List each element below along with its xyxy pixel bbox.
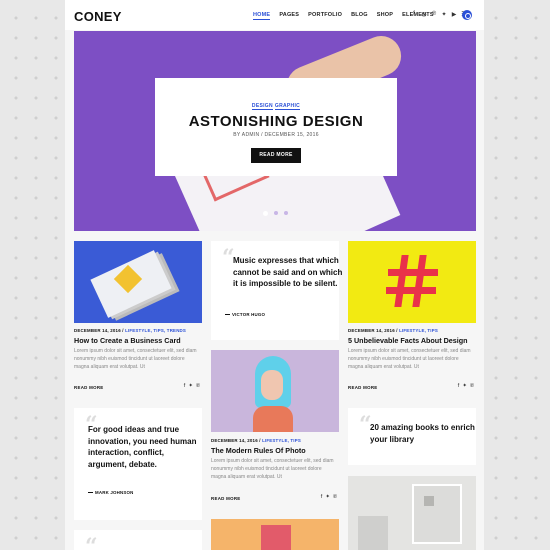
post-card-interior bbox=[348, 476, 476, 550]
facebook-icon[interactable]: f bbox=[458, 383, 460, 389]
post-meta: DECEMBER 14, 2016 / LIFESTYLE, TIPS bbox=[348, 328, 438, 333]
post-card-books: “ 20 amazing books to enrich your librar… bbox=[348, 408, 476, 465]
nav-portfolio[interactable]: PORTFOLIO bbox=[308, 12, 342, 20]
instagram-icon[interactable]: ◎ bbox=[421, 11, 427, 18]
post-categories[interactable]: LIFESTYLE, TIPS bbox=[262, 438, 301, 443]
nav-home[interactable]: HOME bbox=[253, 12, 271, 20]
search-icon[interactable] bbox=[462, 10, 472, 20]
post-thumbnail[interactable] bbox=[348, 241, 476, 323]
pinterest-icon[interactable]: ℗ bbox=[333, 494, 337, 500]
post-title[interactable]: 5 Unbelievable Facts About Design bbox=[348, 336, 468, 345]
quote-card-ideas: “ For good ideas and true innovation, yo… bbox=[74, 408, 202, 520]
facebook-icon[interactable]: f bbox=[411, 11, 417, 18]
quote-mark-icon: “ bbox=[85, 534, 98, 550]
twitter-icon[interactable]: ✦ bbox=[188, 383, 193, 389]
post-title[interactable]: How to Create a Business Card bbox=[74, 336, 181, 345]
quote-card-partial: “ bbox=[74, 530, 202, 550]
facebook-icon[interactable]: f bbox=[184, 383, 186, 389]
share-icons: f ✦ ℗ bbox=[184, 383, 200, 389]
site-header: CONEY HOME PAGES PORTFOLIO BLOG SHOP ELE… bbox=[65, 0, 484, 30]
post-excerpt: Lorem ipsum dolor sit amet, consectetuer… bbox=[74, 348, 197, 370]
hero-category-graphic[interactable]: GRAPHIC bbox=[274, 103, 301, 110]
quote-author: MARK JOHNSON bbox=[88, 490, 134, 495]
hero-read-more-button[interactable]: READ MORE bbox=[251, 148, 301, 163]
post-thumbnail[interactable] bbox=[261, 525, 291, 550]
hero-slider: DESIGN GRAPHIC ASTONISHING DESIGN BY ADMI… bbox=[74, 31, 476, 231]
twitter-icon[interactable]: ✦ bbox=[441, 11, 447, 18]
quote-author: VICTOR HUGO bbox=[225, 312, 265, 317]
nav-blog[interactable]: BLOG bbox=[351, 12, 368, 20]
twitter-icon[interactable]: ✦ bbox=[462, 383, 467, 389]
post-categories[interactable]: LIFESTYLE, TIPS, TRENDS bbox=[125, 328, 186, 333]
twitter-icon[interactable]: ✦ bbox=[325, 494, 330, 500]
post-card-partial-orange bbox=[211, 519, 339, 550]
share-icons: f ✦ ℗ bbox=[321, 494, 337, 500]
slider-dot[interactable] bbox=[284, 211, 288, 215]
read-more-link[interactable]: READ MORE bbox=[211, 496, 241, 501]
slider-dots bbox=[263, 211, 288, 216]
post-excerpt: Lorem ipsum dolor sit amet, consectetuer… bbox=[348, 348, 471, 370]
quote-text: Music expresses that which cannot be sai… bbox=[233, 256, 343, 288]
post-thumbnail[interactable] bbox=[74, 241, 202, 323]
post-card-facts: DECEMBER 14, 2016 / LIFESTYLE, TIPS 5 Un… bbox=[348, 241, 476, 397]
post-meta: DECEMBER 14, 2016 / LIFESTYLE, TIPS bbox=[211, 438, 301, 443]
hero-category-design[interactable]: DESIGN bbox=[251, 103, 273, 110]
read-more-link[interactable]: READ MORE bbox=[74, 385, 104, 390]
post-card-photo: DECEMBER 14, 2016 / LIFESTYLE, TIPS The … bbox=[211, 350, 339, 510]
post-meta: DECEMBER 14, 2016 / LIFESTYLE, TIPS, TRE… bbox=[74, 328, 187, 333]
quote-text: For good ideas and true innovation, you … bbox=[88, 425, 197, 469]
post-title[interactable]: The Modern Rules Of Photo bbox=[211, 446, 306, 455]
hero-meta: BY ADMIN / DECEMBER 15, 2016 bbox=[233, 132, 319, 138]
youtube-icon[interactable]: ▶ bbox=[451, 11, 457, 18]
hero-caption-card: DESIGN GRAPHIC ASTONISHING DESIGN BY ADMI… bbox=[155, 78, 397, 176]
nav-pages[interactable]: PAGES bbox=[279, 12, 299, 20]
quote-card-music: “ Music expresses that which cannot be s… bbox=[211, 241, 342, 340]
pinterest-icon[interactable]: ℗ bbox=[431, 11, 437, 18]
nav-shop[interactable]: SHOP bbox=[377, 12, 393, 20]
blog-page: CONEY HOME PAGES PORTFOLIO BLOG SHOP ELE… bbox=[65, 0, 484, 550]
post-categories[interactable]: LIFESTYLE, TIPS bbox=[399, 328, 438, 333]
hero-categories: DESIGN GRAPHIC bbox=[155, 103, 397, 110]
social-links: f ◎ ℗ ✦ ▶ ☰ bbox=[411, 11, 467, 18]
post-excerpt: Lorem ipsum dolor sit amet, consectetuer… bbox=[211, 458, 334, 480]
pinterest-icon[interactable]: ℗ bbox=[196, 383, 200, 389]
slider-dot[interactable] bbox=[274, 211, 278, 215]
slider-dot[interactable] bbox=[263, 211, 268, 216]
post-title[interactable]: 20 amazing books to enrich your library bbox=[370, 422, 482, 445]
facebook-icon[interactable]: f bbox=[321, 494, 323, 500]
site-logo[interactable]: CONEY bbox=[74, 9, 122, 24]
post-thumbnail[interactable] bbox=[348, 476, 476, 550]
post-thumbnail[interactable] bbox=[211, 350, 339, 432]
post-card-business-card: DECEMBER 14, 2016 / LIFESTYLE, TIPS, TRE… bbox=[74, 241, 202, 397]
hero-title[interactable]: ASTONISHING DESIGN bbox=[155, 113, 397, 130]
pinterest-icon[interactable]: ℗ bbox=[470, 383, 474, 389]
read-more-link[interactable]: READ MORE bbox=[348, 385, 378, 390]
share-icons: f ✦ ℗ bbox=[458, 383, 474, 389]
main-nav: HOME PAGES PORTFOLIO BLOG SHOP ELEMENTS bbox=[253, 12, 434, 20]
